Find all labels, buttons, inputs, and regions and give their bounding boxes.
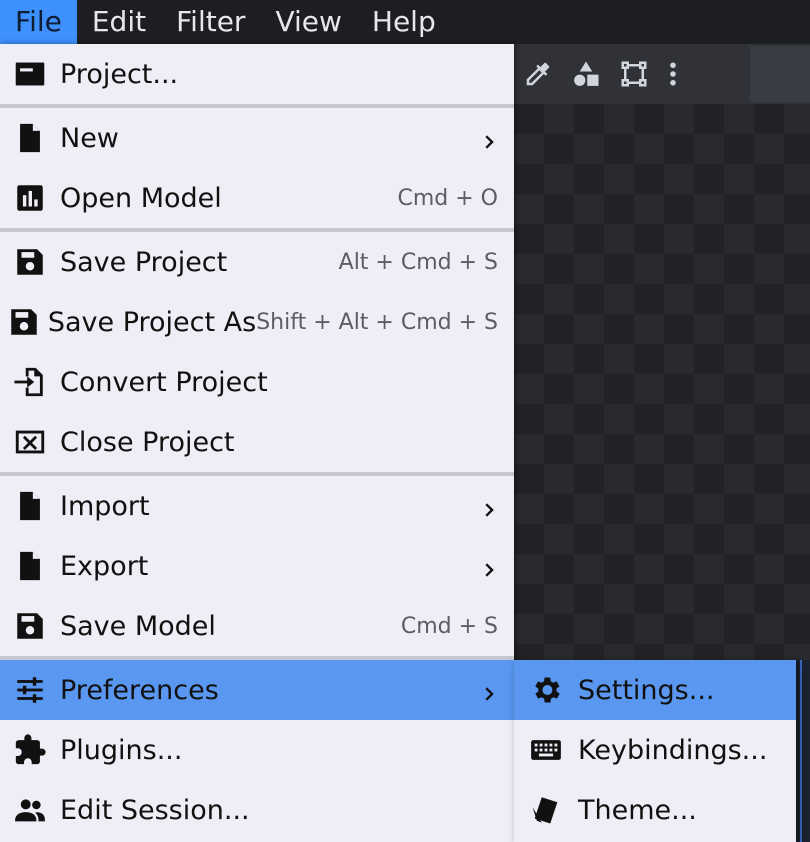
preferences-submenu: Settings... Keybindings... Theme...	[514, 660, 796, 842]
sliders-icon	[0, 660, 60, 720]
eyedropper-icon[interactable]	[514, 44, 562, 104]
theme-cards-icon	[514, 780, 578, 840]
chevron-right-icon	[480, 556, 500, 577]
menu-item-label: Preferences	[60, 674, 219, 706]
menu-item-label: Theme...	[578, 794, 697, 826]
convert-icon	[0, 352, 60, 412]
submenu-item-theme[interactable]: Theme...	[514, 780, 796, 840]
menu-item-project[interactable]: Project...	[0, 44, 514, 104]
save-icon	[0, 232, 60, 292]
close-box-icon	[0, 412, 60, 472]
people-icon	[0, 780, 60, 840]
menu-item-preferences[interactable]: Preferences	[0, 660, 514, 720]
shapes-icon[interactable]	[562, 44, 610, 104]
menubar-file[interactable]: File	[0, 0, 77, 44]
chevron-right-icon	[480, 128, 500, 149]
menubar: File Edit Filter View Help	[0, 0, 810, 44]
menubar-filter[interactable]: Filter	[161, 0, 260, 44]
toolbar-blank-panel	[750, 46, 810, 102]
menu-item-label: Edit Session...	[60, 794, 250, 826]
menu-item-convert-project[interactable]: Convert Project	[0, 352, 514, 412]
shortcut-label: Cmd + S	[400, 613, 498, 639]
chevron-right-icon	[480, 680, 500, 701]
menu-item-label: Open Model	[60, 182, 222, 214]
save-icon	[0, 596, 60, 656]
puzzle-icon	[0, 720, 60, 780]
submenu-item-settings[interactable]: Settings...	[514, 660, 796, 720]
menu-item-label: Import	[60, 490, 150, 522]
menu-item-label: Project...	[60, 58, 179, 90]
menu-item-label: Save Model	[60, 610, 216, 642]
shortcut-label: Alt + Cmd + S	[338, 249, 498, 275]
transform-icon[interactable]	[610, 44, 658, 104]
menu-item-label: Keybindings...	[578, 734, 768, 766]
menu-item-label: New	[60, 122, 119, 154]
menubar-help[interactable]: Help	[357, 0, 451, 44]
chevron-right-icon	[480, 496, 500, 517]
menu-item-export[interactable]: Export	[0, 536, 514, 596]
menu-item-plugins[interactable]: Plugins...	[0, 720, 514, 780]
file-icon	[0, 536, 60, 596]
file-menu: Project... New Open Model Cmd + O Save P…	[0, 44, 514, 842]
save-icon	[0, 292, 48, 352]
menu-item-save-project-as[interactable]: Save Project As Shift + Alt + Cmd + S	[0, 292, 514, 352]
menu-item-label: Save Project As	[47, 306, 257, 338]
menu-item-label: Settings...	[578, 674, 715, 706]
menu-item-label: Convert Project	[60, 366, 268, 398]
menu-item-label: Plugins...	[60, 734, 183, 766]
shortcut-label: Shift + Alt + Cmd + S	[256, 309, 498, 335]
menu-item-close-project[interactable]: Close Project	[0, 412, 514, 472]
menubar-edit[interactable]: Edit	[77, 0, 161, 44]
viewport-toolbar	[514, 44, 810, 104]
menu-item-label: Save Project	[60, 246, 228, 278]
menu-item-edit-session[interactable]: Edit Session...	[0, 780, 514, 840]
keyboard-icon	[514, 720, 578, 780]
file-icon	[0, 108, 60, 168]
project-icon	[0, 44, 60, 104]
more-vertical-icon[interactable]	[658, 44, 688, 104]
canvas-model-edge	[796, 660, 810, 842]
chart-icon	[0, 168, 60, 228]
menu-item-label: Close Project	[60, 426, 235, 458]
menu-item-open-model[interactable]: Open Model Cmd + O	[0, 168, 514, 228]
menu-item-new[interactable]: New	[0, 108, 514, 168]
menu-item-label: Export	[60, 550, 149, 582]
shortcut-label: Cmd + O	[397, 185, 499, 211]
menu-item-save-model[interactable]: Save Model Cmd + S	[0, 596, 514, 656]
menu-item-import[interactable]: Import	[0, 476, 514, 536]
gear-icon	[514, 660, 578, 720]
file-icon	[0, 476, 60, 536]
submenu-item-keybindings[interactable]: Keybindings...	[514, 720, 796, 780]
menu-item-save-project[interactable]: Save Project Alt + Cmd + S	[0, 232, 514, 292]
menubar-view[interactable]: View	[260, 0, 356, 44]
